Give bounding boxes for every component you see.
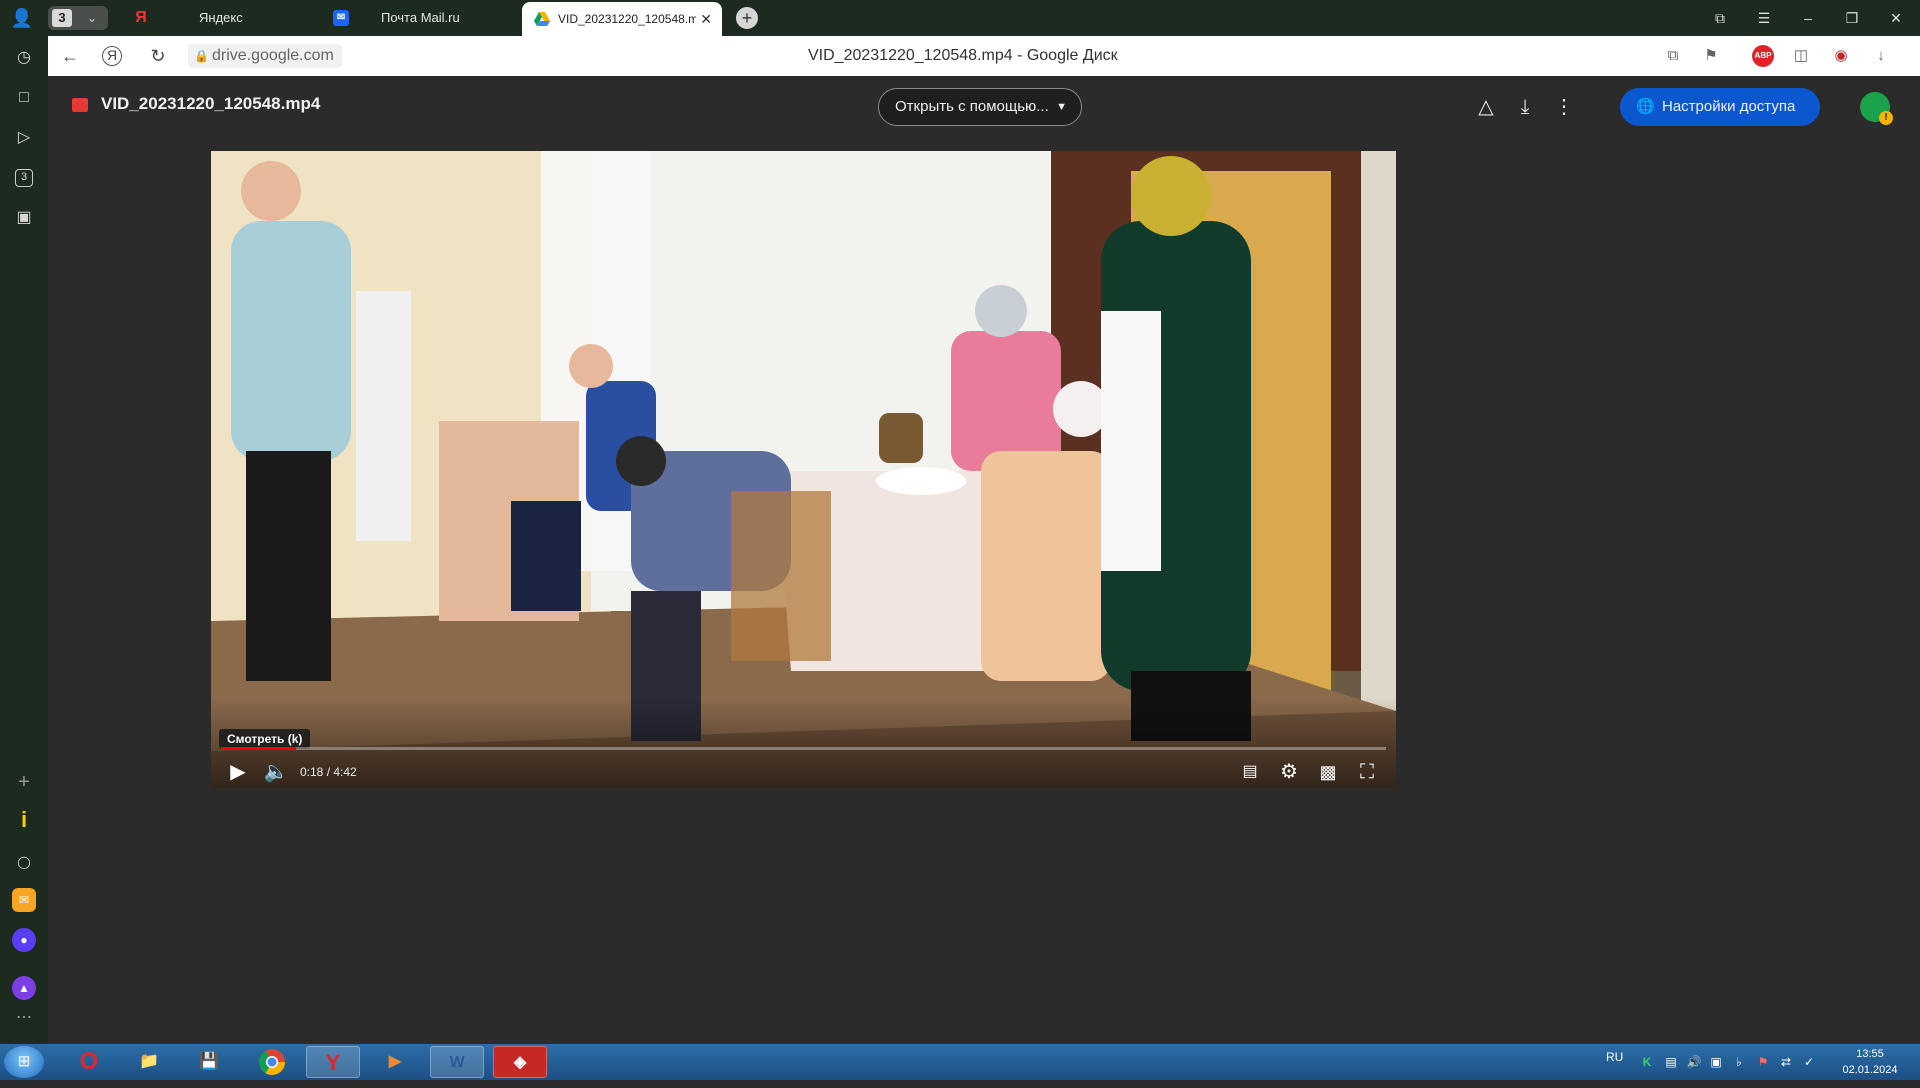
close-window-button[interactable]: ✕ [1876,0,1916,36]
download-icon[interactable]: ↓ [1870,45,1892,67]
info-icon[interactable]: i [12,808,36,832]
history-icon[interactable]: ◷ [12,46,36,70]
open-with-button[interactable]: Открыть с помощью... ▼ [878,88,1082,126]
caret-down-icon: ▼ [1056,101,1067,113]
play-icon[interactable]: ▷ [12,126,36,150]
bookmark-icon[interactable]: ⚑ [1700,45,1722,67]
chevron-down-icon: ⌄ [86,11,98,25]
puzzle-extension-icon[interactable]: ◫ [1790,45,1812,67]
lock-icon: 🔒 [194,49,209,63]
speaker-icon[interactable]: 🔊 [1684,1052,1704,1072]
menu-icon[interactable]: ☰ [1744,0,1784,36]
file-explorer-icon[interactable]: 📁 [122,1046,176,1078]
mail-icon: ✉ [333,10,349,26]
more-vert-icon[interactable]: ⋮ [1549,92,1579,122]
clock-time: 13:55 [1856,1048,1884,1060]
subtitles-icon[interactable]: ▤ [1233,757,1267,787]
controls-overlay [211,698,1396,788]
windows-taskbar: ⊞ O 📁 💾 Y ▶ W ◈ RU K ▤ 🔊 ▣ ♭ ⚑ ⇄ ✓ 13:55… [0,1044,1920,1080]
share-settings-button[interactable]: 🌐 Настройки доступа [1620,88,1820,126]
download-icon[interactable]: ⤓ [1510,92,1540,122]
floppy-app-icon[interactable]: 💾 [182,1046,236,1078]
google-drive-icon [534,11,550,27]
url-text: drive.google.com [212,47,334,64]
yandex-home-icon[interactable]: Я [102,46,122,66]
tab-count-badge: 3 [52,9,72,27]
bookmarks-window-icon[interactable]: ⧉ [1700,0,1740,36]
tray-sync-icon[interactable]: ⇄ [1776,1052,1796,1072]
miniplayer-icon[interactable]: ▩ [1311,757,1345,787]
yandex-icon: Я [135,9,147,26]
tab-title: Яндекс [199,10,243,25]
yandex-browser-icon[interactable]: Y [306,1046,360,1078]
network-icon[interactable]: ▤ [1661,1052,1681,1072]
restore-button[interactable]: ❐ [1832,0,1872,36]
translate-extension-icon[interactable]: ◉ [1830,45,1852,67]
start-button[interactable]: ⊞ [4,1046,44,1078]
tab-counter-icon[interactable]: 3 [15,169,33,187]
volume-icon[interactable]: 🔈 [259,757,293,787]
reload-icon[interactable]: ↻ [146,44,170,68]
media-player-icon[interactable]: ▶ [368,1046,422,1078]
page-title: VID_20231220_120548.mp4 - Google Диск [808,47,1118,64]
video-player[interactable]: Смотреть (k) ▶ 🔈 0:18 / 4:42 ▤ ⚙ ▩ ⛶ [211,151,1396,788]
system-clock[interactable]: 13:55 02.01.2024 [1830,1046,1910,1078]
opera-icon[interactable]: O [62,1046,116,1078]
tray-app-icon[interactable]: ▣ [1706,1052,1726,1072]
settings-gear-icon[interactable]: ⚙ [1272,757,1306,787]
mail-app-icon[interactable]: ✉ [12,888,36,912]
play-button[interactable]: ▶ [221,757,255,787]
tab-mail[interactable]: ✉ Почта Mail.ru [333,0,513,36]
toggle-icon[interactable]: ◯ [12,850,36,874]
word-icon[interactable]: W [430,1046,484,1078]
browser-sidebar: ◷ □ ▷ 3 ▣ + i ◯ ✉ ● ▲ ⋯ [0,36,48,1044]
tab-title: Почта Mail.ru [381,10,460,25]
play-tooltip: Смотреть (k) [219,729,311,749]
screenshot-icon[interactable]: ▣ [12,206,36,230]
tab-yandex[interactable]: Я Яндекс [133,0,313,36]
address-bar: ← Я ↻ 🔒 drive.google.com VID_20231220_12… [48,36,1920,76]
alice-icon[interactable]: ▲ [12,976,36,1000]
chrome-icon[interactable] [245,1046,299,1078]
profile-icon[interactable]: 👤 [8,6,36,30]
progress-fill [221,747,296,750]
minimize-button[interactable]: – [1788,0,1828,36]
messenger-icon[interactable]: ● [12,928,36,952]
progress-bar[interactable] [221,747,1386,750]
account-avatar[interactable]: ! [1860,92,1893,125]
collections-icon[interactable]: □ [12,86,36,110]
tab-title: VID_20231220_120548.mp4 [558,12,696,26]
open-with-label: Открыть с помощью... [895,98,1049,115]
warning-icon: ! [1879,111,1893,125]
extension-icon[interactable]: ⧉ [1662,45,1684,67]
language-indicator[interactable]: RU [1606,1050,1623,1064]
globe-icon: 🌐 [1636,98,1655,115]
add-to-drive-icon[interactable]: △ [1471,92,1501,122]
add-panel-icon[interactable]: + [12,770,36,794]
acrobat-icon[interactable]: ◈ [493,1046,547,1078]
tray-action-icon[interactable]: ✓ [1799,1052,1819,1072]
video-file-icon [72,98,88,112]
url-field[interactable]: 🔒 drive.google.com [188,44,342,68]
new-tab-button[interactable]: + [736,7,758,29]
tray-volume-icon[interactable]: ♭ [1729,1052,1749,1072]
tab-group-switcher[interactable]: 3 ⌄ [48,6,108,30]
back-arrow-icon[interactable]: ← [58,44,82,68]
close-icon[interactable]: ✕ [700,2,712,36]
kaspersky-icon[interactable]: K [1637,1052,1657,1072]
tab-drive-video[interactable]: VID_20231220_120548.mp4 ✕ [522,2,722,38]
clock-date: 02.01.2024 [1842,1064,1898,1076]
fullscreen-icon[interactable]: ⛶ [1350,757,1384,787]
timecode: 0:18 / 4:42 [300,765,357,779]
tray-flag-icon[interactable]: ⚑ [1753,1052,1773,1072]
file-name: VID_20231220_120548.mp4 [101,94,321,113]
more-icon[interactable]: ⋯ [12,1006,36,1030]
adblock-icon[interactable]: ABP [1752,45,1774,67]
share-label: Настройки доступа [1662,98,1796,115]
browser-tab-strip: 👤 3 ⌄ Я Яндекс ✉ Почта Mail.ru VID_20231… [0,0,1920,38]
video-frame [211,151,1396,788]
